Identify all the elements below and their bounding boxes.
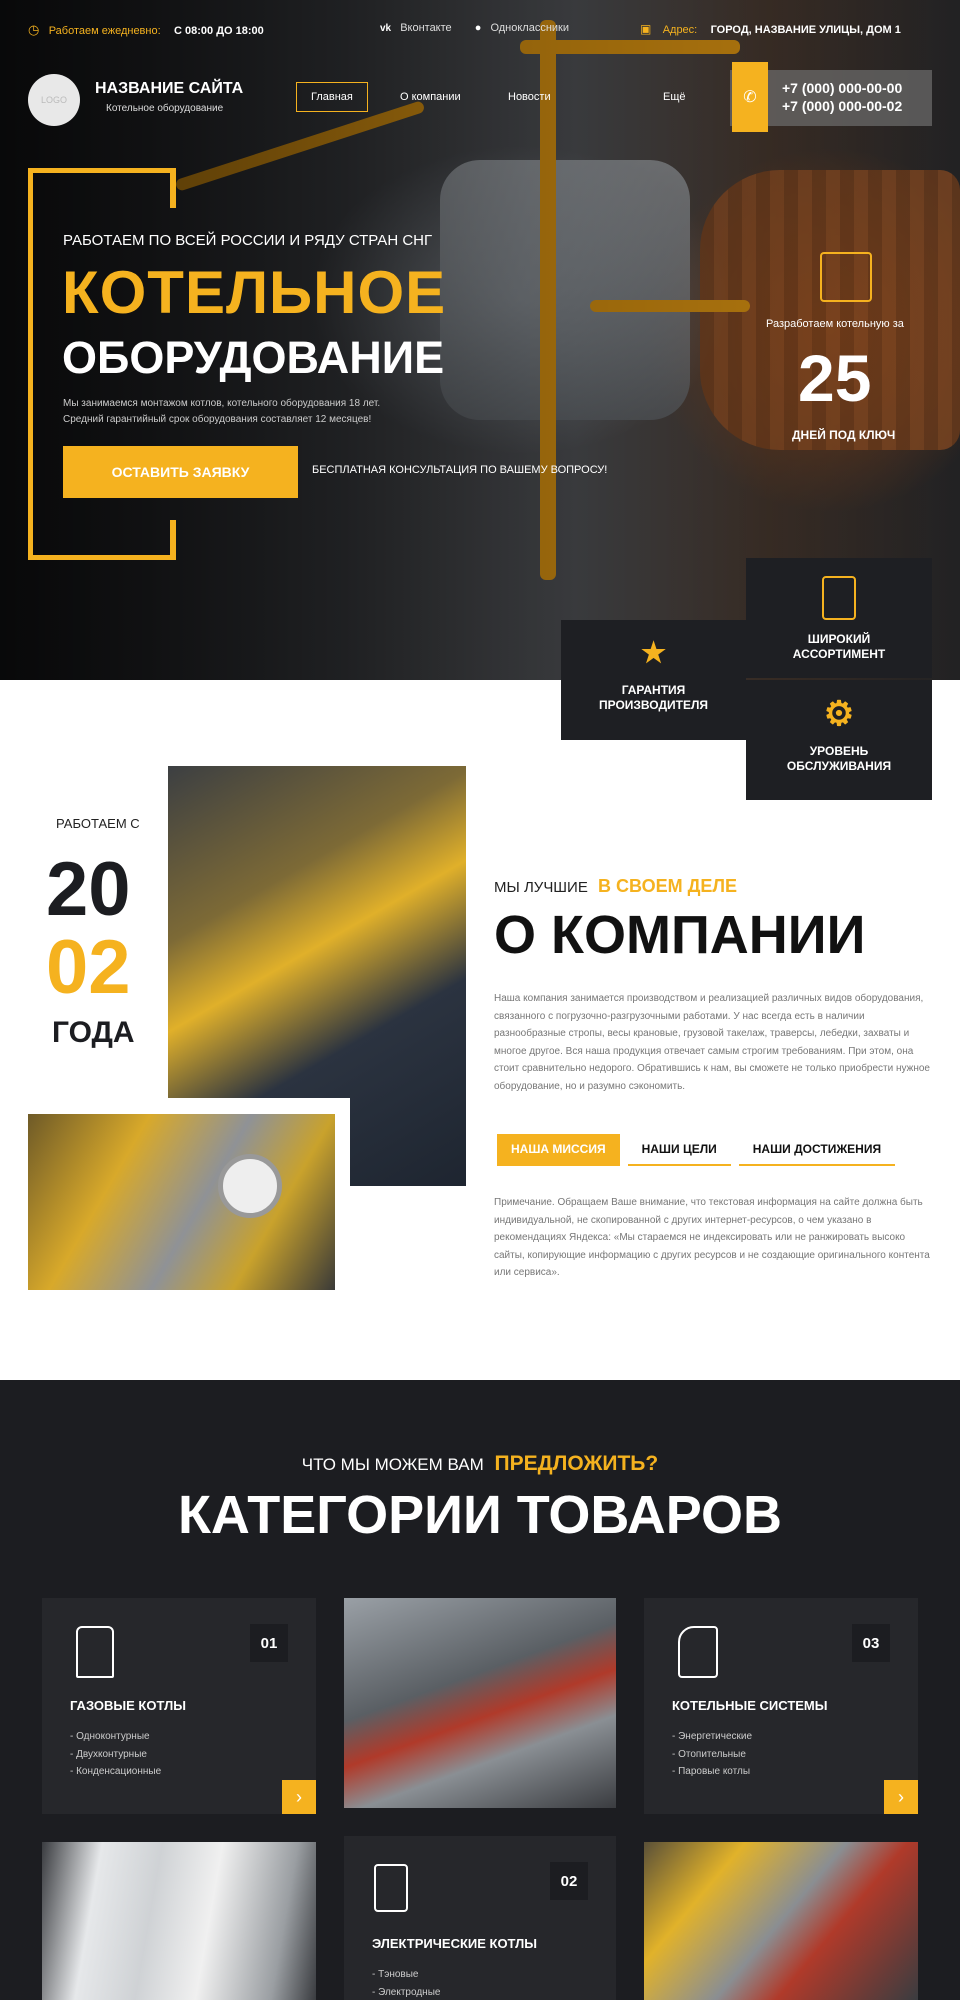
cta-button[interactable]: ОСТАВИТЬ ЗАЯВКУ — [63, 446, 298, 498]
since-label: РАБОТАЕМ С — [56, 816, 140, 831]
hero-desc-1: Мы занимаемся монтажом котлов, котельног… — [63, 398, 381, 409]
phone-1[interactable]: +7 (000) 000-00-00 — [782, 80, 902, 96]
hero-title-line1: КОТЕЛЬНОЕ — [62, 259, 447, 326]
ok-icon: ● — [474, 22, 482, 34]
card-number: 01 — [250, 1624, 288, 1662]
card-number: 02 — [550, 1862, 588, 1900]
electric-boiler-icon — [374, 1864, 408, 1912]
stat-unit: ДНЕЙ ПОД КЛЮЧ — [792, 428, 896, 442]
card-line: - Одноконтурные — [70, 1731, 150, 1742]
hours-value: С 08:00 ДО 18:00 — [174, 25, 264, 37]
feature-label: УРОВЕНЬ ОБСЛУЖИВАНИЯ — [786, 744, 892, 773]
card-number: 03 — [852, 1624, 890, 1662]
category-card-electric[interactable]: 02 ЭЛЕКТРИЧЕСКИЕ КОТЛЫ - Тэновые - Элект… — [344, 1836, 616, 2000]
card-title: ГАЗОВЫЕ КОТЛЫ — [70, 1698, 186, 1713]
card-line: - Двухконтурные — [70, 1748, 147, 1760]
gas-burner-photo — [644, 1842, 918, 2000]
logo[interactable]: LOGO — [28, 74, 80, 126]
address-info: ▣ Адрес: ГОРОД, НАЗВАНИЕ УЛИЦЫ, ДОМ 1 — [640, 22, 901, 36]
about-pretitle: МЫ ЛУЧШИЕ В СВОЕМ ДЕЛЕ — [494, 876, 737, 897]
tab-mission[interactable]: НАША МИССИЯ — [497, 1134, 620, 1166]
about-pretitle-accent: В СВОЕМ ДЕЛЕ — [598, 876, 738, 896]
card-title: ЭЛЕКТРИЧЕСКИЕ КОТЛЫ — [372, 1936, 538, 1951]
boiler-system-icon — [678, 1626, 718, 1678]
address-label: Адрес: — [662, 24, 698, 36]
hero-frame-tick-top — [170, 168, 176, 208]
year-bottom: 02 — [46, 925, 131, 1010]
stars-hand-icon: ★ — [640, 637, 667, 668]
feature-service: ⚙ УРОВЕНЬ ОБСЛУЖИВАНИЯ — [746, 680, 932, 800]
card-lines: - Тэновые - Электродные — [372, 1966, 440, 2000]
feature-guarantee: ★ ГАРАНТИЯ ПРОИЗВОДИТЕЛЯ — [561, 620, 746, 740]
vk-icon: vk — [380, 23, 392, 34]
card-line: - Конденсационные — [70, 1766, 162, 1777]
social-links: vk Вконтакте ● Одноклассники — [380, 22, 569, 34]
card-title: КОТЕЛЬНЫЕ СИСТЕМЫ — [672, 1698, 828, 1713]
nav-about[interactable]: О компании — [400, 91, 461, 103]
card-line: - Паровые котлы — [672, 1766, 751, 1777]
about-text: Наша компания занимается производством и… — [494, 993, 930, 1092]
nav-news[interactable]: Новости — [508, 91, 551, 103]
feature-label: ГАРАНТИЯ ПРОИЗВОДИТЕЛЯ — [598, 683, 709, 712]
cats-pretitle-accent: ПРЕДЛОЖИТЬ? — [494, 1452, 659, 1475]
arrow-right-icon[interactable]: › — [884, 1780, 918, 1814]
boiler-room-photo — [344, 1598, 616, 1808]
hero-frame-tick-bottom — [170, 520, 176, 560]
category-card-systems[interactable]: 03 КОТЕЛЬНЫЕ СИСТЕМЫ - Энергетические - … — [644, 1598, 918, 1814]
cats-title: КАТЕГОРИИ ТОВАРОВ — [177, 1485, 783, 1545]
vk-link[interactable]: Вконтакте — [400, 22, 451, 34]
tab-goals[interactable]: НАШИ ЦЕЛИ — [627, 1134, 731, 1166]
gas-boiler-icon — [76, 1626, 114, 1678]
address-value: ГОРОД, НАЗВАНИЕ УЛИЦЫ, ДОМ 1 — [710, 24, 901, 36]
gear-service-icon: ⚙ — [823, 695, 855, 733]
ok-link[interactable]: Одноклассники — [490, 22, 569, 34]
hours-info: ◷ Работаем ежедневно: С 08:00 ДО 18:00 — [28, 22, 264, 38]
about-title: О КОМПАНИИ — [494, 905, 866, 965]
phone-2[interactable]: +7 (000) 000-00-02 — [782, 98, 902, 114]
boilers-row-photo — [42, 1842, 316, 2000]
card-lines: - Одноконтурные - Двухконтурные - Конден… — [70, 1728, 161, 1781]
card-line: - Энергетические — [672, 1731, 753, 1742]
site-name: НАЗВАНИЕ САЙТА — [95, 80, 244, 97]
stat-label: Разработаем котельную за — [766, 318, 904, 330]
gauge-photo — [28, 1114, 335, 1290]
feature-label: ШИРОКИЙ АССОРТИМЕНТ — [792, 632, 886, 661]
card-line: - Электродные — [372, 1986, 441, 1998]
tab-achievements[interactable]: НАШИ ДОСТИЖЕНИЯ — [738, 1134, 896, 1166]
arrow-right-icon[interactable]: › — [282, 1780, 316, 1814]
about-tabs: НАША МИССИЯ НАШИ ЦЕЛИ НАШИ ДОСТИЖЕНИЯ — [497, 1134, 896, 1166]
cats-pretitle: ЧТО МЫ МОЖЕМ ВАМ ПРЕДЛОЖИТЬ? — [0, 1452, 960, 1476]
card-line: - Отопительные — [672, 1748, 746, 1760]
boiler-panel-icon — [822, 576, 856, 620]
card-line: - Тэновые — [372, 1969, 419, 1980]
logo-text: LOGO — [40, 95, 67, 105]
map-icon: ▣ — [640, 22, 652, 36]
category-card-gas[interactable]: 01 ГАЗОВЫЕ КОТЛЫ - Одноконтурные - Двухк… — [42, 1598, 316, 1814]
phone-icon[interactable]: ✆ — [732, 62, 768, 132]
about-pretitle-text: МЫ ЛУЧШИЕ — [494, 879, 588, 896]
years-word: ГОДА — [52, 1016, 135, 1049]
feature-assortment: ШИРОКИЙ АССОРТИМЕНТ — [746, 558, 932, 678]
card-lines: - Энергетические - Отопительные - Паровы… — [672, 1728, 752, 1781]
hero-title-line2: ОБОРУДОВАНИЕ — [62, 332, 445, 383]
site-subtitle: Котельное оборудование — [106, 103, 224, 114]
clock-icon: ◷ — [28, 22, 40, 37]
hero-desc-2: Средний гарантийный срок оборудования со… — [63, 414, 372, 425]
cats-pretitle-text: ЧТО МЫ МОЖЕМ ВАМ — [301, 1455, 484, 1474]
about-note: Примечание. Обращаем Ваше внимание, что … — [494, 1197, 930, 1278]
blueprint-icon — [820, 252, 872, 302]
stat-value: 25 — [798, 341, 872, 415]
hero-tagline: РАБОТАЕМ ПО ВСЕЙ РОССИИ И РЯДУ СТРАН СНГ — [63, 232, 433, 249]
nav-more[interactable]: Ещё — [663, 91, 686, 103]
cta-note: БЕСПЛАТНАЯ КОНСУЛЬТАЦИЯ ПО ВАШЕМУ ВОПРОС… — [312, 464, 608, 476]
hours-label: Работаем ежедневно: — [48, 25, 161, 37]
year-top: 20 — [46, 847, 131, 932]
nav-home[interactable]: Главная — [296, 82, 368, 112]
